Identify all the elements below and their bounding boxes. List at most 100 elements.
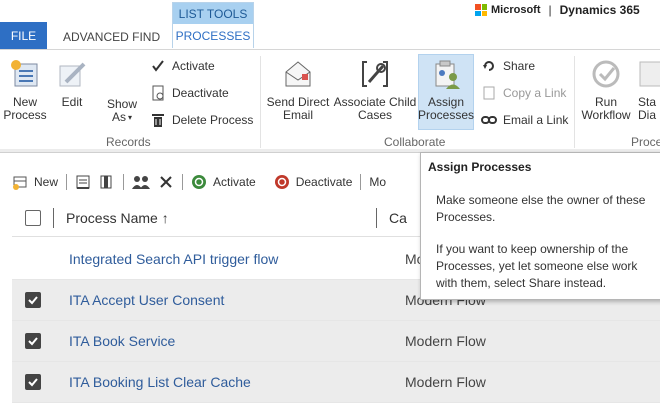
table-row[interactable]: ITA Book Service Modern Flow [12,321,660,362]
document-icon [76,175,90,189]
start-dialog-label-2: Dia [638,108,657,122]
new-process-label-2: Process [3,108,47,122]
cmd-new-label: New [34,175,59,189]
run-workflow-label-2: Workflow [581,108,631,122]
column-header-process-name[interactable]: Process Name ↑ [66,210,376,226]
close-icon [160,176,172,188]
microsoft-label: Microsoft [491,4,541,16]
assign-label-2: Processes [417,108,475,122]
email-link-button[interactable]: Email a Link [481,111,568,129]
edit-label: Edit [61,95,83,109]
process-category: Modern Flow [405,374,486,390]
list-tools-context: LIST TOOLS PROCESSES [172,2,254,48]
assign-processes-tooltip: Assign Processes Make someone else the o… [420,152,660,300]
microsoft-logo-icon [475,4,487,16]
cmd-separator [182,174,184,190]
checkmark-icon [28,378,38,387]
share-button[interactable]: Share [481,57,535,75]
trash-icon [150,112,166,128]
row-checkbox[interactable] [25,292,41,308]
row-checkbox[interactable] [25,374,41,390]
tab-advanced-find[interactable]: ADVANCED FIND [63,30,160,44]
people-icon [132,176,151,189]
ribbon: New Process Edit Show As ▾ Activate Deac… [0,49,660,149]
show-as-row: As ▾ [112,111,132,124]
cmd-more-label: Mo [369,175,387,189]
show-as-button[interactable]: Show As ▾ [104,98,140,124]
link-icon [481,112,497,128]
associate-child-cases-button[interactable]: Associate Child Cases [333,58,417,122]
envelope-icon [285,61,311,87]
send-direct-label-2: Email [282,108,313,122]
edit-button[interactable]: Edit [54,58,90,109]
table-row[interactable]: ITA Booking List Clear Cache Modern Flow [12,362,660,403]
copy-link-icon [481,85,497,101]
cmd-separator [123,174,125,190]
select-all-checkbox[interactable] [25,209,41,226]
new-record-icon [13,176,27,190]
group-separator [260,56,261,148]
cmd-delete-button[interactable] [154,172,178,192]
row-checkbox[interactable] [25,333,41,349]
tab-processes[interactable]: PROCESSES [173,24,253,48]
process-name-link[interactable]: ITA Book Service [69,333,175,349]
process-name-link[interactable]: ITA Booking List Clear Cache [69,374,251,390]
activate-label: Activate [172,59,215,73]
send-direct-email-button[interactable]: Send Direct Email [266,58,330,122]
brand-header: Microsoft | Dynamics 365 [475,3,640,17]
associate-label-2: Cases [357,108,392,122]
run-workflow-button[interactable]: Run Workflow [580,58,632,122]
cmd-edit-button[interactable] [71,172,95,192]
chevron-down-icon: ▾ [128,113,133,122]
tooltip-title: Assign Processes [428,160,532,174]
cmd-deactivate-label: Deactivate [295,175,353,189]
tab-file[interactable]: FILE [0,22,47,49]
brand-separator: | [548,3,552,17]
column-separator [53,207,54,228]
process-name-link[interactable]: Integrated Search API trigger flow [69,251,278,267]
new-process-button[interactable]: New Process [3,58,47,122]
column-separator [376,207,377,228]
process-category: Modern Flow [405,333,486,349]
deactivate-circle-icon [274,175,289,189]
show-as-label-2: As [111,110,126,124]
cmd-activate-button[interactable]: Activate [187,172,260,192]
column-header-category[interactable]: Ca [389,210,407,226]
edit-icon [59,62,86,87]
process-name-link[interactable]: ITA Accept User Consent [69,292,224,308]
tooltip-hint: If you want to keep ownership of the Pro… [436,242,638,290]
associate-icon [362,61,388,87]
cmd-assign-button[interactable] [128,172,154,192]
email-link-label: Email a Link [503,113,569,127]
delete-process-label: Delete Process [172,113,254,127]
new-process-icon [11,60,38,87]
activate-button[interactable]: Activate [150,57,215,75]
checkmark-icon [150,58,166,74]
dynamics-label: Dynamics 365 [559,3,640,17]
cmd-separator [360,174,362,190]
start-dialog-button[interactable]: Sta Dia [638,58,660,122]
copy-link-label: Copy a Link [503,86,567,100]
run-workflow-icon [592,60,620,88]
list-tools-label: LIST TOOLS [173,3,253,24]
checkmark-icon [28,296,38,305]
collaborate-group-label: Collaborate [384,135,446,149]
checkmark-icon [28,337,38,346]
cmd-new-button[interactable]: New [8,172,62,192]
records-group-label: Records [106,135,151,149]
cmd-deactivate-button[interactable]: Deactivate [270,172,357,192]
assign-icon [435,60,460,89]
dynamics-processes-page: FILE ADVANCED FIND LIST TOOLS PROCESSES … [0,0,660,417]
cmd-copy-button[interactable] [95,172,119,192]
share-label: Share [503,59,536,73]
cmd-activate-label: Activate [213,175,256,189]
cmd-more-button[interactable]: Mo [365,172,390,192]
delete-process-button[interactable]: Delete Process [150,111,253,129]
deactivate-button[interactable]: Deactivate [150,84,229,102]
ribbon-tabs: FILE ADVANCED FIND LIST TOOLS PROCESSES … [0,0,660,50]
process-group-label: Proce [631,135,660,149]
deactivate-label: Deactivate [172,86,229,100]
assign-processes-button[interactable]: Assign Processes [418,58,474,122]
cmd-separator [66,174,68,190]
copy-link-button[interactable]: Copy a Link [481,84,566,102]
